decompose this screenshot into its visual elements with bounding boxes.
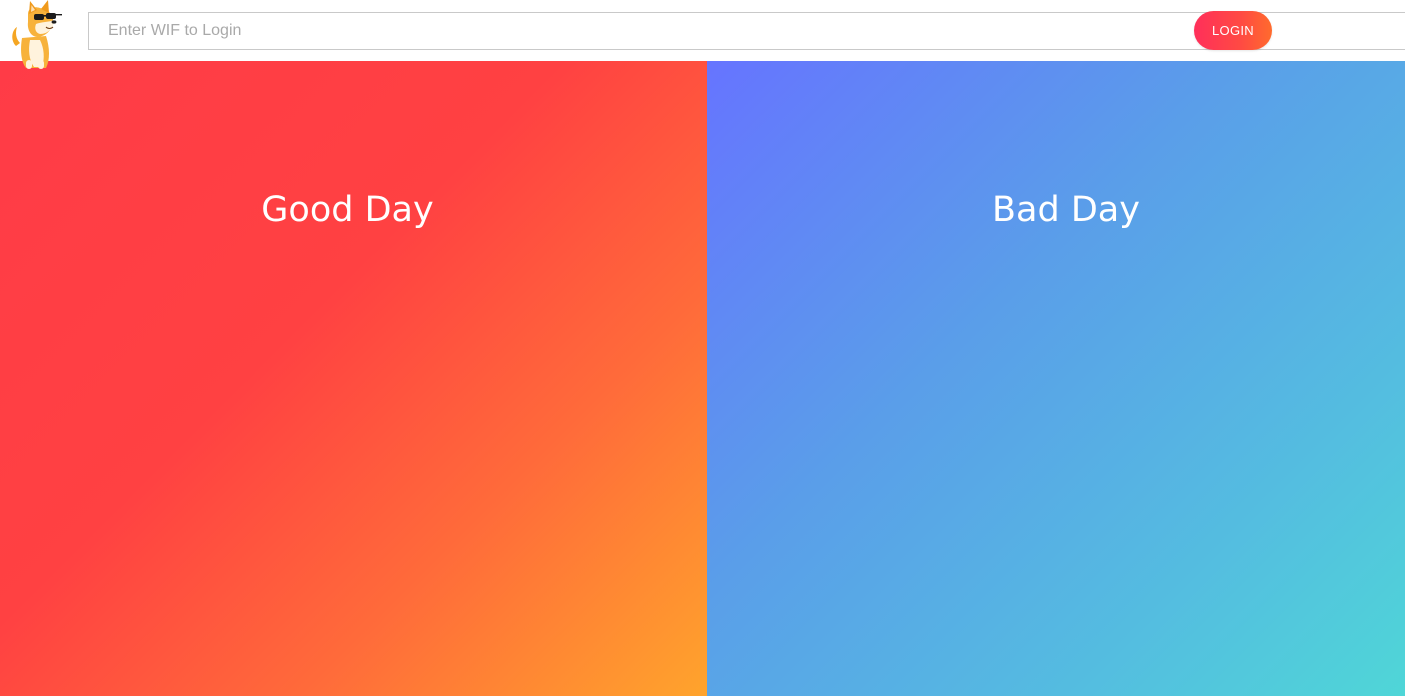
- bad-day-panel[interactable]: Bad Day: [707, 61, 1405, 696]
- shiba-dog-logo-icon[interactable]: [8, 0, 68, 72]
- good-day-title: Good Day: [261, 190, 434, 230]
- good-day-panel[interactable]: Good Day: [0, 61, 707, 696]
- login-button[interactable]: LOGIN: [1194, 11, 1272, 50]
- wif-login-input[interactable]: [89, 13, 1208, 49]
- top-bar: LOGIN: [0, 0, 1405, 69]
- bad-day-title: Bad Day: [992, 190, 1140, 230]
